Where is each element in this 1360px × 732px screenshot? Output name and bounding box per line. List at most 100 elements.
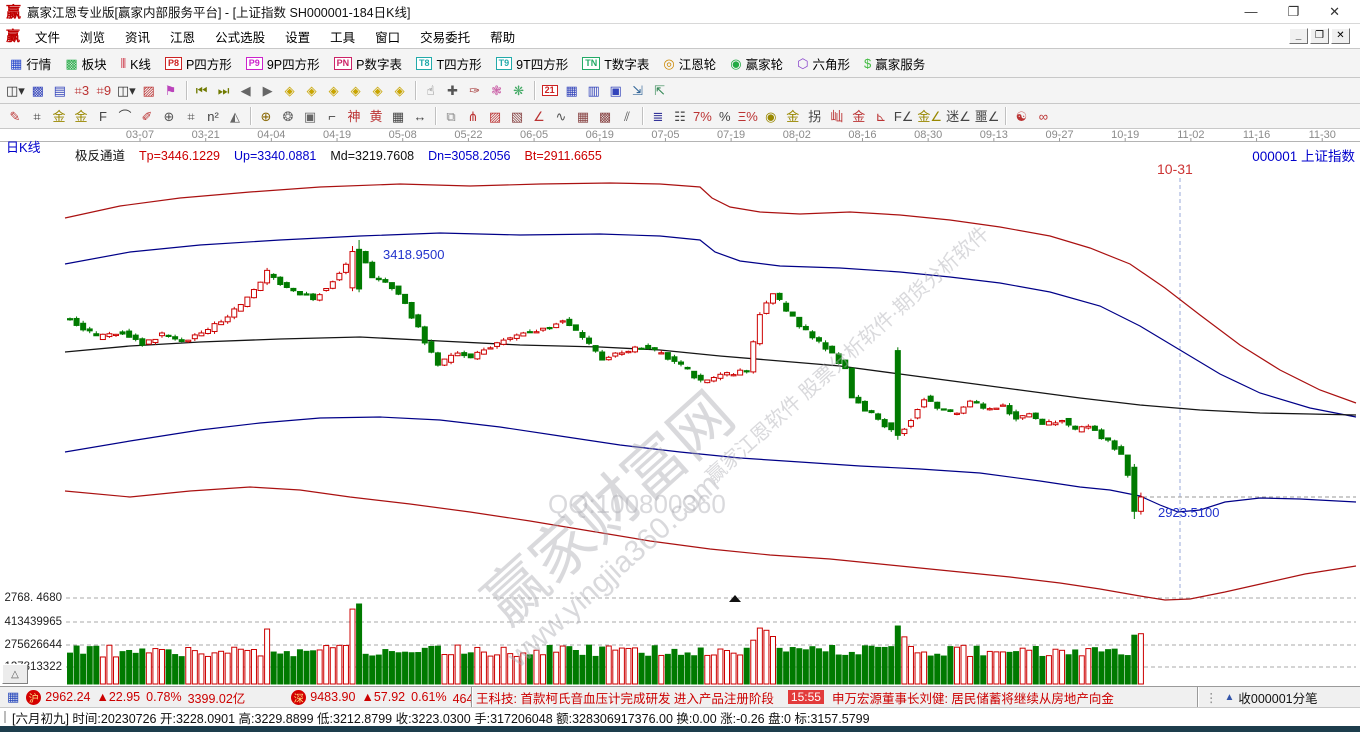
toolbar-gann-wheel-button[interactable]: ◎江恩轮 [657, 52, 722, 75]
toolbar-p-square-button[interactable]: P8P四方形 [159, 52, 238, 75]
close-button[interactable]: ✕ [1329, 4, 1340, 20]
menu-item-窗口[interactable]: 窗口 [366, 25, 409, 48]
gann-tool-pink-icon[interactable]: ❃ [486, 81, 508, 101]
huang-tool-icon[interactable]: 黄 [365, 106, 387, 126]
gann-square-icon[interactable]: ▣ [299, 106, 321, 126]
gold-ratio-icon[interactable]: 金 [48, 106, 70, 126]
chart-area[interactable]: 03-0703-2104-0404-1905-0805-2206-0506-19… [0, 129, 1360, 686]
gann-tool-green-icon[interactable]: ❋ [508, 81, 530, 101]
diamond-zoom-in-icon[interactable]: ◈ [367, 81, 389, 101]
page-forward-icon[interactable]: ▶ [257, 81, 279, 101]
yinyang-icon[interactable]: ☯ [1010, 106, 1032, 126]
menu-item-设置[interactable]: 设置 [276, 25, 319, 48]
hash-grid-icon[interactable]: ⌗ [26, 106, 48, 126]
edit-pen-icon[interactable]: ✑ [464, 81, 486, 101]
gold-coin-icon[interactable]: ◉ [760, 106, 782, 126]
color-histogram-icon[interactable]: ⚑ [160, 81, 182, 101]
gold-ratio2-icon[interactable]: 金 [70, 106, 92, 126]
drag-hand-icon[interactable]: ☝ [420, 81, 442, 101]
chart-9-icon[interactable]: ⌗9 [93, 81, 115, 101]
gold-tool-icon[interactable]: 金 [782, 106, 804, 126]
restore-button[interactable]: ❐ [1287, 4, 1299, 20]
mdi-minimize-button[interactable]: _ [1289, 28, 1308, 44]
news-item-2[interactable]: 申万宏源董事长刘健: 居民储蓄将继续从房地产向金 [832, 688, 1114, 707]
turn-point-icon[interactable]: 拐 [804, 106, 826, 126]
toolbar-p9-square-button[interactable]: P99P四方形 [240, 52, 326, 75]
toolbar-p-number-table-button[interactable]: PNP数字表 [328, 52, 408, 75]
chart-3-icon[interactable]: ⌗3 [71, 81, 93, 101]
menu-item-文件[interactable]: 文件 [26, 25, 69, 48]
fan-grid2-icon[interactable]: ▧ [506, 106, 528, 126]
stats-table-icon[interactable]: ≣ [647, 106, 669, 126]
kline-chart-canvas[interactable] [0, 129, 1360, 686]
toolbar-winner-wheel-button[interactable]: ◉赢家轮 [724, 52, 789, 75]
minimize-button[interactable]: — [1244, 4, 1257, 20]
diamond-right-icon[interactable]: ◈ [301, 81, 323, 101]
wave-line-icon[interactable]: ∿ [550, 106, 572, 126]
menu-item-资讯[interactable]: 资讯 [116, 25, 159, 48]
diamond-expand-icon[interactable]: ◈ [323, 81, 345, 101]
shen-tool-icon[interactable]: 神 [343, 106, 365, 126]
candle-period-icon[interactable]: ◫▾ [4, 81, 27, 101]
menu-item-工具[interactable]: 工具 [321, 25, 364, 48]
gold-rise-icon[interactable]: 金∠ [915, 106, 944, 126]
seven-pct-icon[interactable]: 7% [691, 106, 714, 126]
width-measure-icon[interactable]: ↔ [409, 106, 431, 126]
gann-web-icon[interactable]: ❂ [277, 106, 299, 126]
pct-icon[interactable]: % [714, 106, 736, 126]
matrix-angle-icon[interactable]: 噩∠ [973, 106, 1002, 126]
corner-angle-icon[interactable]: ⌐ [321, 106, 343, 126]
crosshair-icon[interactable]: ✚ [442, 81, 464, 101]
toolbar-market-quotes-button[interactable]: ▦行情 [4, 52, 57, 75]
ruler-grid-icon[interactable]: ▦ [387, 106, 409, 126]
price-box-icon[interactable]: ▦ [572, 106, 594, 126]
toolbar-hexagon-button[interactable]: ⬡六角形 [791, 52, 856, 75]
diamond-compress-icon[interactable]: ◈ [345, 81, 367, 101]
trend-pen-icon[interactable]: ✐ [136, 106, 158, 126]
feed-label[interactable]: 收000001分笔 [1238, 688, 1317, 707]
first-page-icon[interactable]: ⏮ [191, 81, 213, 101]
pencil-tool-icon[interactable]: ✎ [4, 106, 26, 126]
send-report-icon[interactable]: ⇱ [649, 81, 671, 101]
fan-grid-icon[interactable]: ▨ [484, 106, 506, 126]
mirror-angle-icon[interactable]: ◭ [224, 106, 246, 126]
speed-line-icon[interactable]: 迷∠ [944, 106, 973, 126]
expand-button[interactable]: △ [2, 664, 28, 684]
calendar-21-icon[interactable]: 21 [539, 81, 561, 101]
toolbar-t-number-table-button[interactable]: TNT数字表 [576, 52, 655, 75]
toolbar-t-square-button[interactable]: T8T四方形 [410, 52, 488, 75]
candle-small-icon[interactable]: ◫▾ [115, 81, 138, 101]
save-icon[interactable]: ▣ [605, 81, 627, 101]
toolbar-kline-button[interactable]: ⫴K线 [115, 52, 157, 75]
menu-item-江恩[interactable]: 江恩 [161, 25, 204, 48]
news-item-1[interactable]: 王科技: 首款柯氏音血压计完成研发 进入产品注册阶段 [476, 688, 774, 707]
f10-doc-icon[interactable]: ▤ [49, 81, 71, 101]
parallel-channel-icon[interactable]: ⫽ [616, 106, 638, 126]
menu-item-交易委托[interactable]: 交易委托 [411, 25, 479, 48]
peak-tool-icon[interactable]: 屾 [826, 106, 848, 126]
menu-item-浏览[interactable]: 浏览 [71, 25, 114, 48]
multi-pct-icon[interactable]: Ξ% [736, 106, 760, 126]
pattern-window-icon[interactable]: ▩ [27, 81, 49, 101]
news-ticker[interactable]: 王科技: 首款柯氏音血压计完成研发 进入产品注册阶段 15:55 申万宏源董事长… [471, 687, 1197, 707]
l-angle-icon[interactable]: ⊾ [870, 106, 892, 126]
diamond-zoom-out-icon[interactable]: ◈ [389, 81, 411, 101]
calculator-icon[interactable]: ▦ [561, 81, 583, 101]
fan-lines-icon[interactable]: ⋔ [462, 106, 484, 126]
toolbar-sectors-button[interactable]: ▩板块 [59, 52, 112, 75]
toolbar-winner-service-button[interactable]: $赢家服务 [858, 52, 931, 75]
quote-grid-icon[interactable]: ▦ [7, 689, 19, 705]
mdi-close-button[interactable]: ✕ [1331, 28, 1350, 44]
n2-grid-icon[interactable]: n² [202, 106, 224, 126]
last-page-icon[interactable]: ⏭ [213, 81, 235, 101]
gann-circle-icon[interactable]: ⊕ [255, 106, 277, 126]
mdi-restore-button[interactable]: ❐ [1310, 28, 1329, 44]
menu-item-公式选股[interactable]: 公式选股 [206, 25, 274, 48]
range-box-icon[interactable]: ⧉ [440, 106, 462, 126]
f-angle-icon[interactable]: F∠ [892, 106, 916, 126]
pattern-x-icon[interactable]: ▨ [138, 81, 160, 101]
page-back-icon[interactable]: ◀ [235, 81, 257, 101]
volume-list-icon[interactable]: ☷ [669, 106, 691, 126]
toolbar-t9-square-button[interactable]: T99T四方形 [490, 52, 575, 75]
time-box-icon[interactable]: ▩ [594, 106, 616, 126]
